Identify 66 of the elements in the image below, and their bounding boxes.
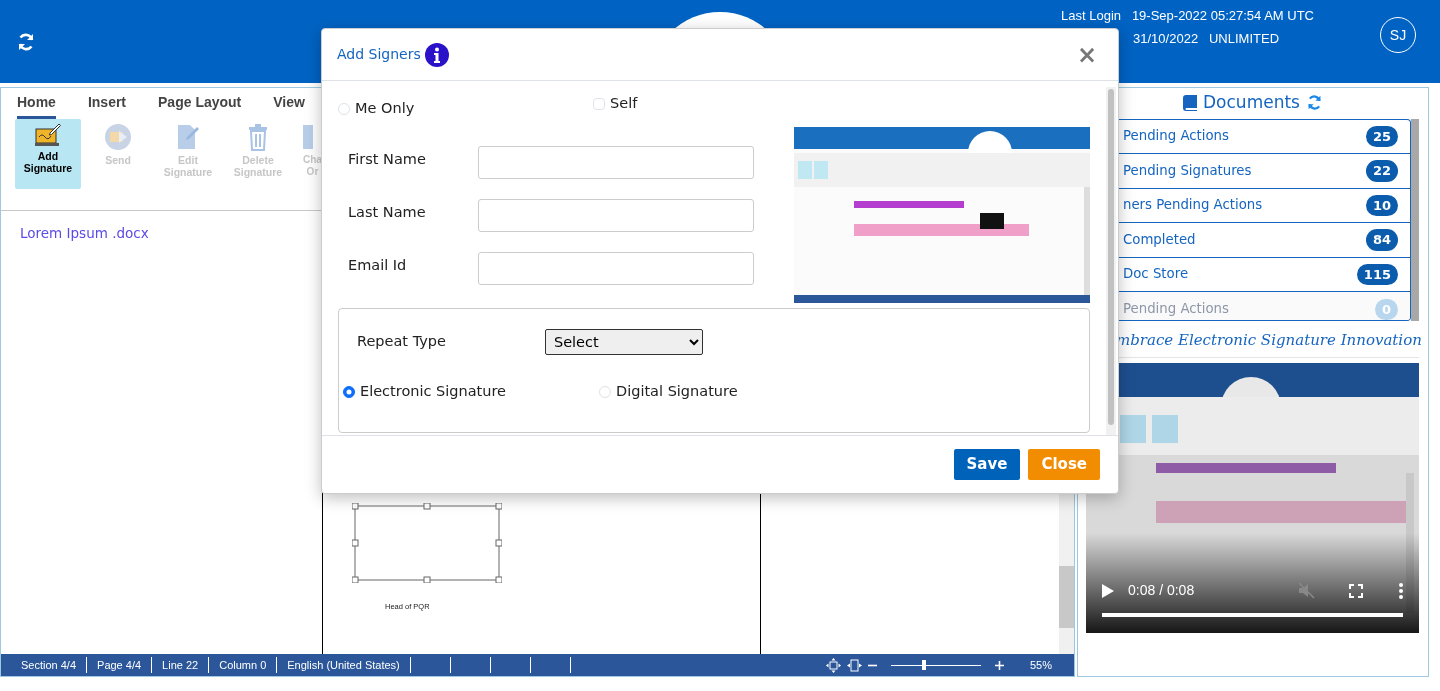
ribbon-tool-button[interactable]: Add Signature [15,119,81,189]
option-label: Digital Signature [616,381,738,401]
signature-box[interactable] [352,502,502,583]
ribbon-tab[interactable]: Page Layout [158,90,242,119]
document-icon [303,123,313,151]
refresh-icon[interactable] [16,31,36,52]
field-label: Repeat Type [357,331,446,351]
muted-icon[interactable] [1298,582,1315,599]
dialog-button[interactable]: Save [953,449,1021,480]
info-icon[interactable] [424,42,449,67]
zoom-level: 55% [1029,657,1052,673]
close-button[interactable]: × [1070,41,1103,68]
option-label: Electronic Signature [360,381,507,401]
signature-type-radio[interactable] [343,385,355,398]
fit-width-icon[interactable] [846,657,862,673]
count-badge: 22 [1365,160,1398,182]
field-label: First Name [348,149,427,169]
field-label: Last Name [348,203,427,223]
last-login-value: 19-Sep-2022 05:27:54 AM UTC [1131,8,1314,23]
status-text: Page 4/4 [87,657,153,673]
count-badge: 84 [1365,229,1398,251]
count-badge: 25 [1365,125,1398,147]
option-label: Me Only [355,99,415,118]
option-label: Self [610,94,638,113]
play-icon[interactable] [1102,583,1114,598]
signature-icon [35,123,61,147]
field-label: Email Id [348,256,408,276]
status-text: English (United States) [277,657,411,673]
item-label: Pending Actions [1123,127,1229,146]
input-field[interactable] [478,145,754,179]
expiry-date: 31/10/2022 [1133,30,1199,46]
fullscreen-icon[interactable] [1349,583,1363,598]
item-label: ners Pending Actions [1123,196,1263,215]
ribbon-tab[interactable]: View [273,90,305,119]
item-label: Pending Signatures [1123,161,1252,180]
count-badge: 10 [1365,194,1398,216]
dialog-title: Add Signers [337,45,421,64]
book-icon [1183,94,1198,111]
status-text: Column 0 [209,657,278,673]
repeat-type-select[interactable]: Select [544,328,703,355]
scrollbar[interactable] [1411,118,1419,321]
input-field[interactable] [478,252,754,286]
item-label: Completed [1123,230,1196,249]
send-icon [104,123,132,151]
ribbon-tab[interactable]: Insert [87,90,127,119]
zoom-in-icon[interactable] [994,660,1004,670]
documents-title: Documents [1203,91,1300,114]
me-only-radio[interactable] [338,102,350,115]
last-login-label: Last Login [1061,8,1122,23]
item-label: Doc Store [1123,265,1189,284]
count-badge: 115 [1356,263,1398,285]
more-icon[interactable] [1399,582,1403,599]
file-link[interactable]: Lorem Ipsum .docx [20,225,149,241]
scrollbar[interactable] [1106,87,1116,435]
self-checkbox[interactable] [593,97,605,110]
status-text: Line 22 [152,657,210,673]
item-label: Pending Actions [1123,300,1229,319]
trash-icon [247,123,269,151]
edit-signature-icon [175,123,201,151]
input-field[interactable] [478,199,754,233]
fit-page-icon[interactable] [825,657,841,673]
plan-label: UNLIMITED [1208,30,1280,46]
status-text: Section 4/4 [1,657,88,673]
count-badge: 0 [1374,298,1398,320]
video-time: 0:08 / 0:08 [1128,581,1195,600]
refresh-icon[interactable] [1305,94,1323,112]
